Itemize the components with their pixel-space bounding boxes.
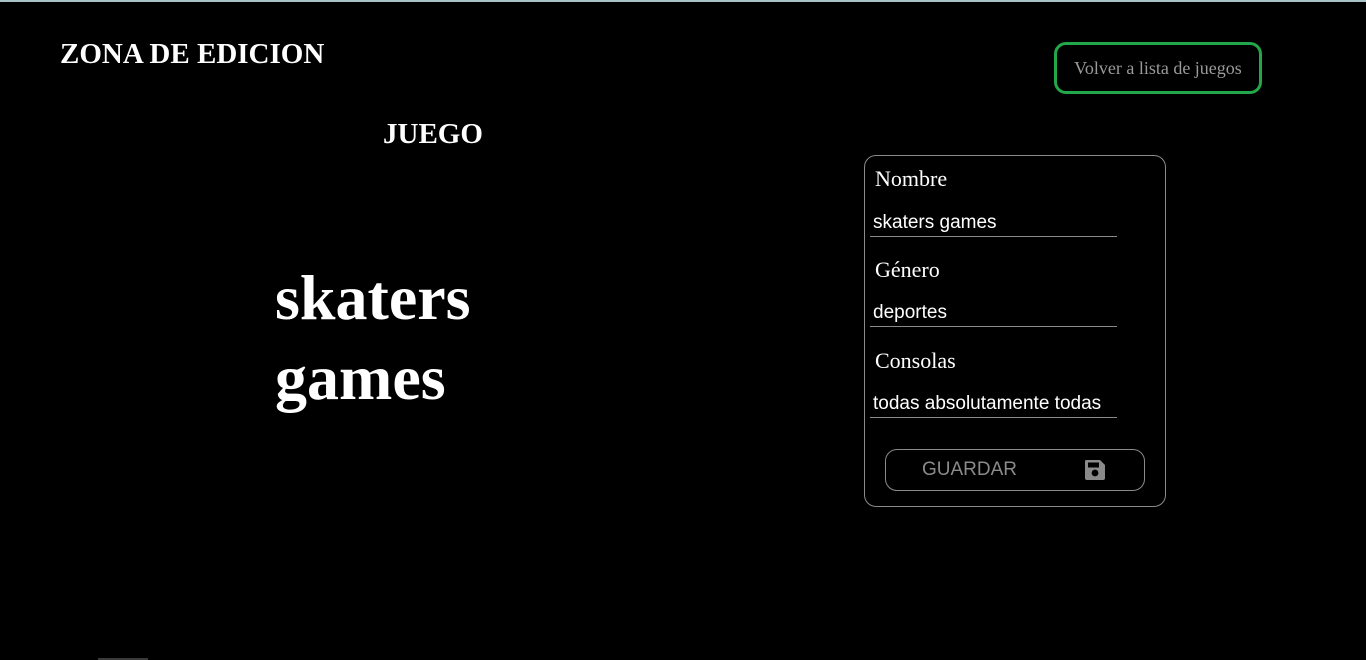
genre-input[interactable] bbox=[870, 299, 1117, 327]
name-label: Nombre bbox=[875, 166, 948, 191]
consoles-input[interactable] bbox=[870, 390, 1117, 418]
save-button-label: GUARDAR bbox=[922, 459, 1018, 480]
window-top-border bbox=[0, 0, 1366, 2]
save-button[interactable]: GUARDAR bbox=[885, 449, 1145, 491]
page-title: ZONA DE EDICION bbox=[60, 38, 325, 70]
game-name-display: skaters games bbox=[275, 262, 471, 413]
back-to-games-list-button[interactable]: Volver a lista de juegos bbox=[1054, 42, 1262, 94]
section-title: JUEGO bbox=[383, 118, 483, 150]
edit-game-form: Nombre Género Consolas GUARDAR bbox=[864, 155, 1166, 507]
name-input[interactable] bbox=[870, 209, 1117, 237]
consoles-label: Consolas bbox=[875, 348, 956, 373]
floppy-disk-icon bbox=[1085, 460, 1105, 480]
genre-label: Género bbox=[875, 257, 940, 282]
